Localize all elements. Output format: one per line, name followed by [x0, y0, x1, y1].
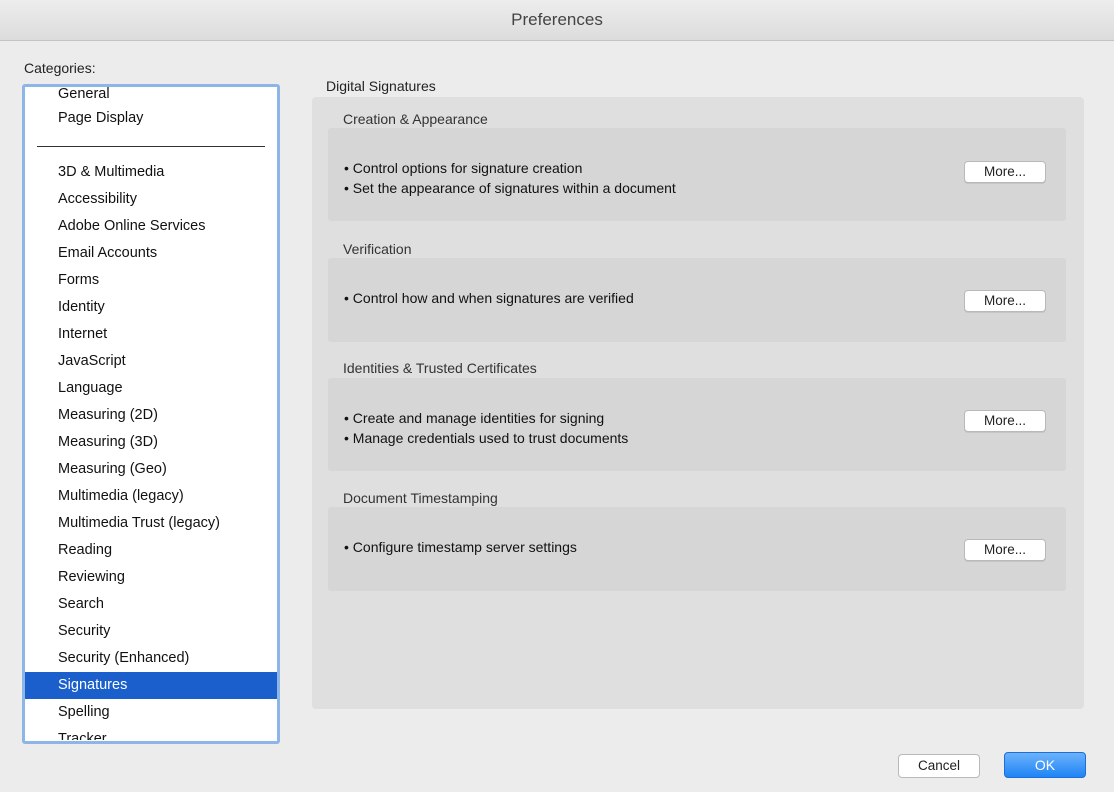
section-title: Digital Signatures [326, 78, 436, 94]
category-item-reviewing[interactable]: Reviewing [25, 564, 277, 591]
group-description-line: • Create and manage identities for signi… [344, 410, 605, 426]
category-item-accessibility[interactable]: Accessibility [25, 186, 277, 213]
category-item-security-enhanced[interactable]: Security (Enhanced) [25, 645, 277, 672]
category-item-page-display[interactable]: Page Display [25, 105, 277, 132]
group-title-document-timestamping: Document Timestamping [343, 490, 498, 506]
more-button-creation-appearance[interactable]: More... [964, 161, 1046, 183]
group-description-line: • Set the appearance of signatures withi… [344, 180, 676, 196]
group-title-identities-certificates: Identities & Trusted Certificates [343, 360, 537, 376]
category-item-language[interactable]: Language [25, 375, 277, 402]
category-item-reading[interactable]: Reading [25, 537, 277, 564]
group-description-line: • Control how and when signatures are ve… [344, 290, 634, 306]
group-title-creation-appearance: Creation & Appearance [343, 111, 488, 127]
category-divider [37, 146, 265, 147]
group-document-timestamping: • Configure timestamp server settings Mo… [328, 507, 1066, 591]
group-title-verification: Verification [343, 241, 412, 257]
more-button-document-timestamping[interactable]: More... [964, 539, 1046, 561]
category-item-multimedia-trust-legacy[interactable]: Multimedia Trust (legacy) [25, 510, 277, 537]
category-item-general[interactable]: General [25, 87, 277, 105]
group-identities-certificates: • Create and manage identities for signi… [328, 378, 1066, 471]
group-description-line: • Control options for signature creation [344, 160, 583, 176]
group-description-line: • Manage credentials used to trust docum… [344, 430, 629, 446]
category-item-security[interactable]: Security [25, 618, 277, 645]
categories-list[interactable]: General Page Display 3D & Multimedia Acc… [22, 84, 280, 744]
category-item-javascript[interactable]: JavaScript [25, 348, 277, 375]
group-description-line: • Configure timestamp server settings [344, 539, 577, 555]
category-item-adobe-online-services[interactable]: Adobe Online Services [25, 213, 277, 240]
categories-label: Categories: [24, 60, 96, 76]
category-item-3d-multimedia[interactable]: 3D & Multimedia [25, 159, 277, 186]
category-item-measuring-2d[interactable]: Measuring (2D) [25, 402, 277, 429]
category-item-measuring-3d[interactable]: Measuring (3D) [25, 429, 277, 456]
category-item-identity[interactable]: Identity [25, 294, 277, 321]
group-creation-appearance: • Control options for signature creation… [328, 128, 1066, 221]
cancel-button[interactable]: Cancel [898, 754, 980, 778]
more-button-verification[interactable]: More... [964, 290, 1046, 312]
category-item-spelling[interactable]: Spelling [25, 699, 277, 726]
category-item-email-accounts[interactable]: Email Accounts [25, 240, 277, 267]
more-button-identities-certificates[interactable]: More... [964, 410, 1046, 432]
group-verification: • Control how and when signatures are ve… [328, 258, 1066, 342]
ok-button[interactable]: OK [1004, 752, 1086, 778]
category-item-internet[interactable]: Internet [25, 321, 277, 348]
category-item-signatures[interactable]: Signatures [25, 672, 277, 699]
category-item-forms[interactable]: Forms [25, 267, 277, 294]
category-item-tracker[interactable]: Tracker [25, 726, 277, 740]
category-item-search[interactable]: Search [25, 591, 277, 618]
category-item-multimedia-legacy[interactable]: Multimedia (legacy) [25, 483, 277, 510]
category-item-measuring-geo[interactable]: Measuring (Geo) [25, 456, 277, 483]
window-title: Preferences [0, 0, 1114, 41]
